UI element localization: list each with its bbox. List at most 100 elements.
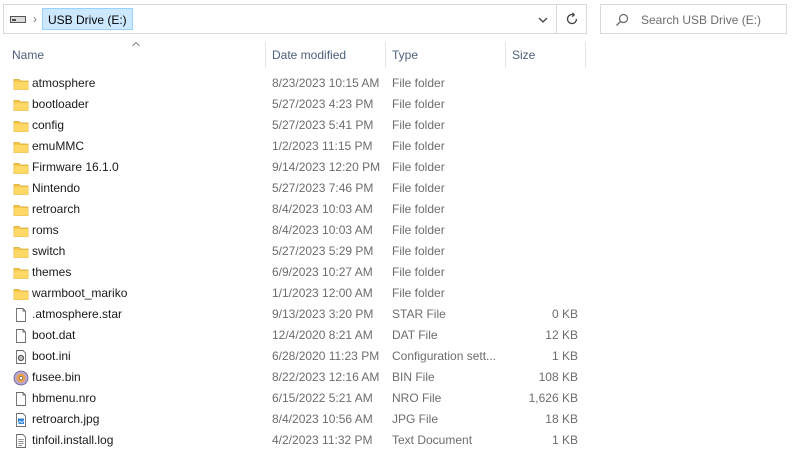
folder-icon (13, 223, 29, 239)
disc-image-icon (13, 370, 29, 386)
search-placeholder: Search USB Drive (E:) (641, 13, 762, 27)
file-row[interactable]: tinfoil.install.log 4/2/2023 11:32 PM Text… (0, 430, 794, 451)
chevron-down-icon[interactable] (536, 13, 550, 27)
file-name: boot.ini (32, 349, 71, 363)
file-date-modified: 5/27/2023 7:46 PM (272, 181, 374, 195)
folder-icon (13, 160, 29, 176)
file-name: boot.dat (32, 328, 76, 342)
file-type: Text Document (392, 433, 473, 447)
file-name: emuMMC (32, 139, 85, 153)
file-row[interactable]: switch 5/27/2023 5:29 PM File folder (0, 241, 794, 262)
file-type: File folder (392, 202, 445, 216)
file-row[interactable]: roms 8/4/2023 10:03 AM File folder (0, 220, 794, 241)
file-date-modified: 8/23/2023 10:15 AM (272, 76, 380, 90)
file-size (510, 220, 578, 241)
file-date-modified: 6/9/2023 10:27 AM (272, 265, 373, 279)
column-divider[interactable] (585, 42, 586, 68)
file-type: DAT File (392, 328, 438, 342)
text-file-icon (13, 433, 29, 449)
file-row[interactable]: bootloader 5/27/2023 4:23 PM File folder (0, 94, 794, 115)
folder-icon (13, 118, 29, 134)
file-type: File folder (392, 118, 445, 132)
column-header-type[interactable]: Type (386, 42, 505, 68)
folder-icon (13, 202, 29, 218)
file-date-modified: 6/15/2022 5:21 AM (272, 391, 373, 405)
search-box[interactable]: Search USB Drive (E:) (600, 4, 787, 34)
file-name: atmosphere (32, 76, 96, 90)
file-row[interactable]: atmosphere 8/23/2023 10:15 AM File folder (0, 73, 794, 94)
file-name: warmboot_mariko (32, 286, 128, 300)
file-size (510, 73, 578, 94)
file-row[interactable]: emuMMC 1/2/2023 11:15 PM File folder (0, 136, 794, 157)
file-type: File folder (392, 181, 445, 195)
file-size (510, 262, 578, 283)
file-row[interactable]: fusee.bin 8/22/2023 12:16 AM BIN File 108 K… (0, 367, 794, 388)
file-type: STAR File (392, 307, 446, 321)
file-size (510, 157, 578, 178)
file-name: hbmenu.nro (32, 391, 97, 405)
file-row[interactable]: Nintendo 5/27/2023 7:46 PM File folder (0, 178, 794, 199)
file-size: 1 KB (551, 349, 578, 363)
file-row[interactable]: hbmenu.nro 6/15/2022 5:21 AM NRO File 1,626… (0, 388, 794, 409)
column-header-name[interactable]: Name (6, 42, 265, 68)
file-type: File folder (392, 265, 445, 279)
file-row[interactable]: retroarch 8/4/2023 10:03 AM File folder (0, 199, 794, 220)
file-size (510, 136, 578, 157)
file-name: fusee.bin (32, 370, 81, 384)
file-size (510, 241, 578, 262)
image-file-icon (13, 412, 29, 428)
file-size (510, 283, 578, 304)
refresh-button[interactable] (557, 4, 587, 34)
file-date-modified: 1/2/2023 11:15 PM (272, 139, 373, 153)
file-row[interactable]: boot.dat 12/4/2020 8:21 AM DAT File 12 KB (0, 325, 794, 346)
column-header-date[interactable]: Date modified (266, 42, 385, 68)
settings-file-icon (13, 349, 29, 365)
file-name: Firmware 16.1.0 (32, 160, 119, 174)
file-name: config (32, 118, 65, 132)
refresh-icon (566, 12, 578, 25)
file-row[interactable]: boot.ini 6/28/2020 11:23 PM Configuration … (0, 346, 794, 367)
file-name: switch (32, 244, 66, 258)
breadcrumb-drive[interactable]: USB Drive (E:) (42, 8, 133, 30)
file-size (510, 115, 578, 136)
file-date-modified: 12/4/2020 8:21 AM (272, 328, 373, 342)
file-type: File folder (392, 139, 445, 153)
column-header-row: Name Date modified Type Size (0, 41, 794, 68)
file-size (510, 94, 578, 115)
folder-icon (13, 181, 29, 197)
file-date-modified: 6/28/2020 11:23 PM (272, 349, 380, 363)
file-date-modified: 5/27/2023 5:29 PM (272, 244, 374, 258)
address-bar[interactable]: › USB Drive (E:) (3, 4, 557, 34)
file-size: 18 KB (545, 412, 578, 426)
file-type: File folder (392, 244, 445, 258)
file-row[interactable]: Firmware 16.1.0 9/14/2023 12:20 PM File fo… (0, 157, 794, 178)
file-row[interactable]: config 5/27/2023 5:41 PM File folder (0, 115, 794, 136)
file-icon (13, 328, 29, 344)
file-type: File folder (392, 97, 445, 111)
file-row[interactable]: themes 6/9/2023 10:27 AM File folder (0, 262, 794, 283)
file-type: BIN File (392, 370, 435, 384)
file-name: .atmosphere.star (32, 307, 123, 321)
file-date-modified: 5/27/2023 4:23 PM (272, 97, 374, 111)
file-row[interactable]: warmboot_mariko 1/1/2023 12:00 AM File fol… (0, 283, 794, 304)
file-type: JPG File (392, 412, 439, 426)
file-date-modified: 1/1/2023 12:00 AM (272, 286, 373, 300)
file-name: roms (32, 223, 59, 237)
file-date-modified: 5/27/2023 5:41 PM (272, 118, 374, 132)
column-header-size[interactable]: Size (506, 42, 585, 68)
file-row[interactable]: retroarch.jpg 8/4/2023 10:56 AM JPG File 18… (0, 409, 794, 430)
file-size: 0 KB (551, 307, 578, 321)
file-name: themes (32, 265, 72, 279)
folder-icon (13, 244, 29, 260)
file-size: 12 KB (545, 328, 578, 342)
file-type: NRO File (392, 391, 442, 405)
file-name: bootloader (32, 97, 89, 111)
drive-icon (10, 16, 26, 23)
file-row[interactable]: .atmosphere.star 9/13/2023 3:20 PM STAR Fi… (0, 304, 794, 325)
file-size: 1 KB (551, 433, 578, 447)
file-size (510, 178, 578, 199)
file-type: File folder (392, 76, 445, 90)
folder-icon (13, 286, 29, 302)
chevron-right-icon: › (33, 12, 37, 26)
file-date-modified: 9/14/2023 12:20 PM (272, 160, 381, 174)
